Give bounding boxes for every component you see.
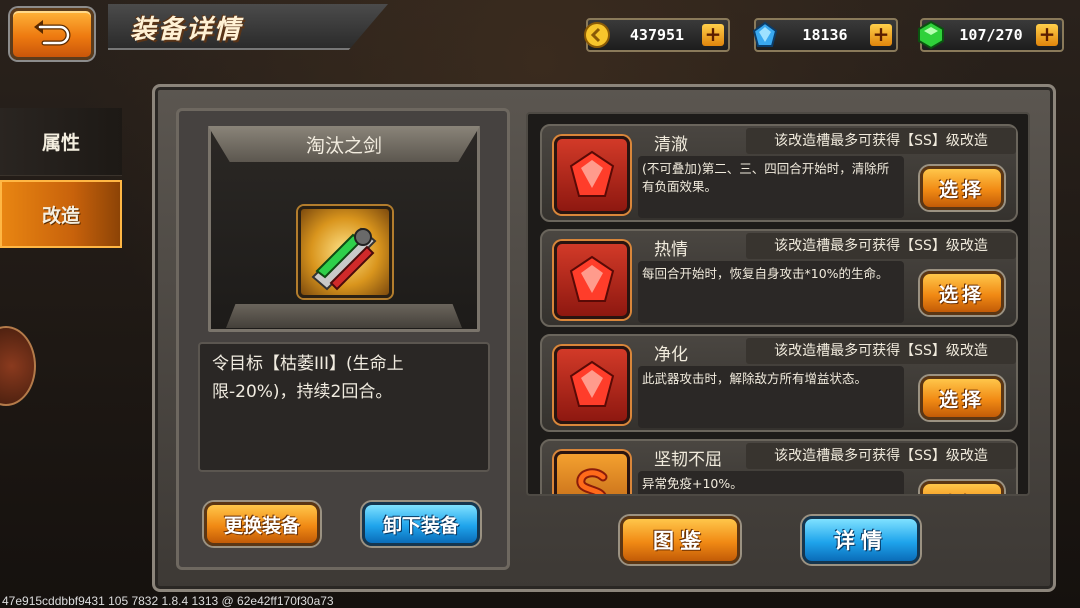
replace-equipment-button[interactable]: 更换装备 <box>204 502 320 546</box>
back-arrow-icon <box>34 20 71 46</box>
gem-resource: 18136 + <box>752 18 898 52</box>
slot-name: 热情 <box>654 240 688 260</box>
green-energy-icon <box>916 20 946 50</box>
slot-description: (不可叠加)第二、三、四回合开始时，清除所有负面效果。 <box>638 156 904 218</box>
select-button[interactable]: 选择 <box>920 271 1004 315</box>
add-gem-button[interactable]: + <box>870 24 892 46</box>
slot-name: 坚韧不屈 <box>654 450 722 470</box>
build-id-text: 47e915cddbbf9431 105 7832 1.8.4 1313 @ 6… <box>2 594 334 608</box>
item-shelf <box>226 304 462 328</box>
energy-amount: 107/270 <box>959 26 1023 44</box>
page-title: 装备详情 <box>130 15 243 45</box>
list-item: 坚韧不屈 该改造槽最多可获得【SS】级改造 异常免疫+10%。 选择 <box>540 439 1018 494</box>
slot-name: 清澈 <box>654 135 688 155</box>
blue-gem-icon <box>750 20 780 50</box>
select-button[interactable]: 选择 <box>920 166 1004 210</box>
list-item: 热情 该改造槽最多可获得【SS】级改造 每回合开始时，恢复自身攻击*10%的生命… <box>540 229 1018 327</box>
tab-attributes[interactable]: 属性 <box>0 108 122 176</box>
list-item: 净化 该改造槽最多可获得【SS】级改造 此武器攻击时，解除敌方所有增益状态。 选… <box>540 334 1018 432</box>
details-button[interactable]: 详情 <box>802 516 920 564</box>
slot-description: 此武器攻击时，解除敌方所有增益状态。 <box>638 366 904 428</box>
item-description: 令目标【枯萎III】(生命上限-20%)，持续2回合。 <box>198 342 490 472</box>
codex-button[interactable]: 图鉴 <box>620 516 740 564</box>
gold-resource: 437951 + <box>584 18 730 52</box>
add-gold-button[interactable]: + <box>702 24 724 46</box>
slot-limit: 该改造槽最多可获得【SS】级改造 <box>746 128 1016 154</box>
energy-resource: 107/270 + <box>918 18 1064 52</box>
slot-name: 净化 <box>654 345 688 365</box>
slot-limit: 该改造槽最多可获得【SS】级改造 <box>746 233 1016 259</box>
top-bar: 装备详情 437951 + 18136 + 107/270 + <box>0 0 1080 70</box>
add-energy-button[interactable]: + <box>1036 24 1058 46</box>
red-gem-icon <box>554 241 630 319</box>
item-name: 淘汰之剑 <box>305 134 382 157</box>
list-item: 清澈 该改造槽最多可获得【SS】级改造 (不可叠加)第二、三、四回合开始时，清除… <box>540 124 1018 222</box>
back-button[interactable] <box>10 8 94 60</box>
item-name-plate: 淘汰之剑 <box>208 126 480 162</box>
slot-limit: 该改造槽最多可获得【SS】级改造 <box>746 443 1016 469</box>
select-button[interactable]: 选择 <box>920 481 1004 494</box>
modification-slots-list[interactable]: 清澈 该改造槽最多可获得【SS】级改造 (不可叠加)第二、三、四回合开始时，清除… <box>526 112 1030 496</box>
weapon-icon[interactable] <box>298 206 392 298</box>
red-gem-icon <box>554 136 630 214</box>
slot-limit: 该改造槽最多可获得【SS】级改造 <box>746 338 1016 364</box>
slot-description: 异常免疫+10%。 <box>638 471 904 494</box>
select-button[interactable]: 选择 <box>920 376 1004 420</box>
gem-amount: 18136 <box>802 26 848 44</box>
s-rank-badge-icon <box>554 451 630 494</box>
slot-description: 每回合开始时，恢复自身攻击*10%的生命。 <box>638 261 904 323</box>
unequip-button[interactable]: 卸下装备 <box>362 502 480 546</box>
red-gem-icon <box>554 346 630 424</box>
gold-amount: 437951 <box>629 26 685 44</box>
tab-modify[interactable]: 改造 <box>0 180 122 248</box>
gold-coin-icon <box>582 20 612 50</box>
